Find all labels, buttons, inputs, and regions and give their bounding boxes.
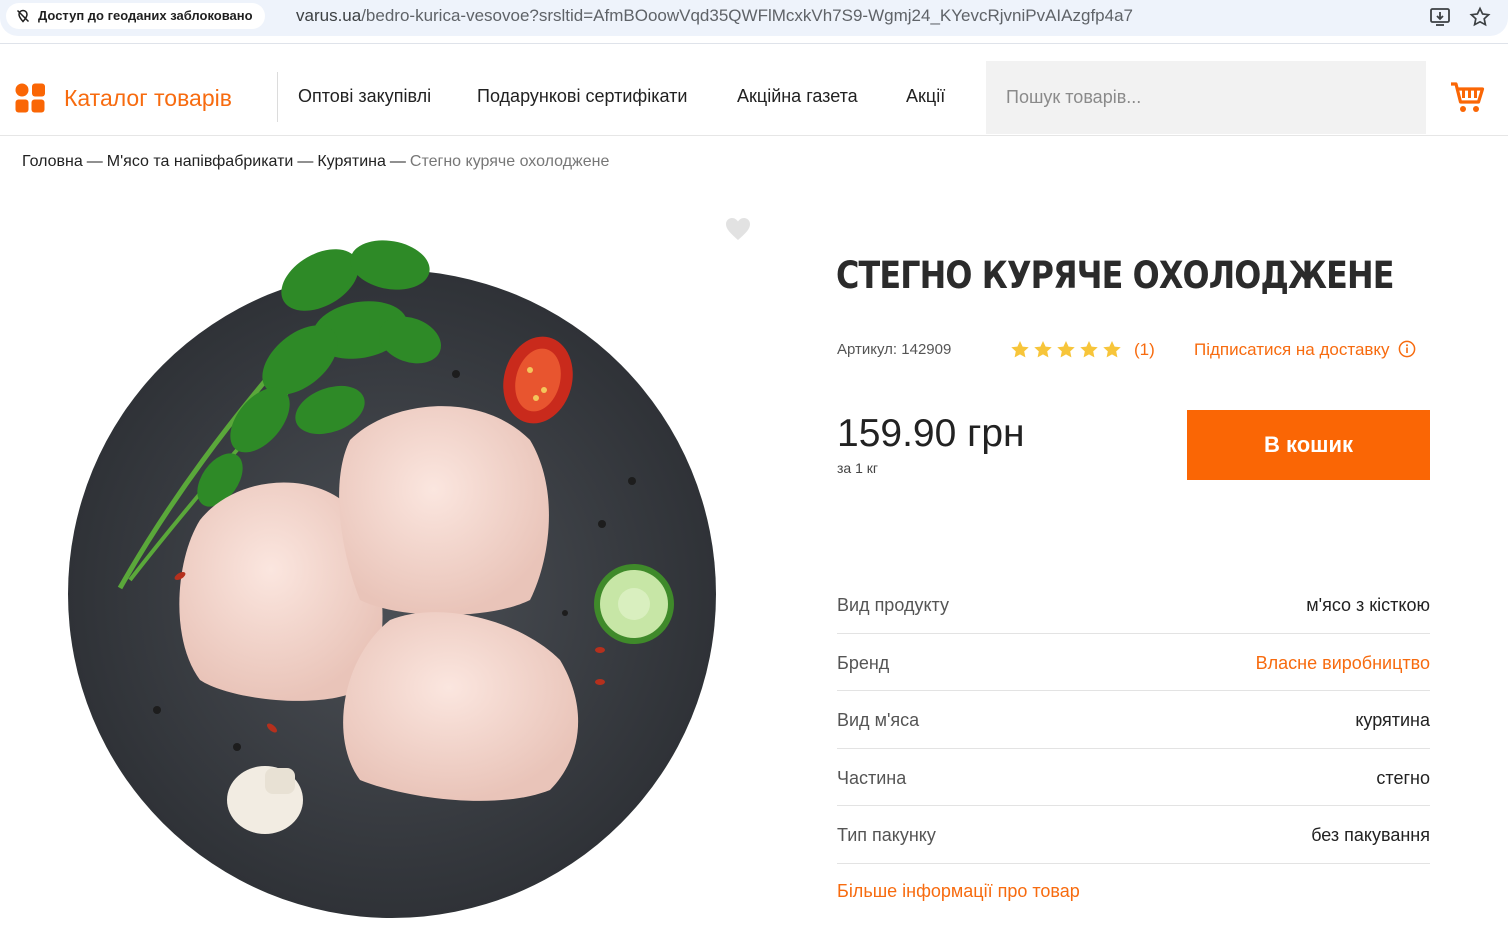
cart-icon[interactable]: [1448, 78, 1488, 118]
breadcrumb-separator: —: [86, 153, 103, 170]
spec-label: Бренд: [837, 652, 890, 673]
nav-promo-newspaper[interactable]: Акційна газета: [737, 86, 858, 107]
spec-row-product-type: Вид продукту м'ясо з кісткою: [837, 576, 1430, 634]
star-icon: [1011, 341, 1029, 358]
brand-link[interactable]: Власне виробництво: [1256, 653, 1430, 674]
spec-value: стегно: [1376, 767, 1430, 788]
spec-label: Частина: [837, 767, 907, 788]
header-divider: [277, 72, 278, 122]
star-icon: [1057, 341, 1075, 358]
spec-row-meat-type: Вид м'яса курятина: [837, 691, 1430, 749]
geo-chip-label: Доступ до геоданих заблоковано: [38, 8, 253, 23]
catalog-grid-icon: [15, 83, 45, 113]
spec-value: без пакування: [1311, 825, 1430, 845]
info-icon[interactable]: [1398, 340, 1416, 358]
product-sku: Артикул: 142909: [837, 341, 952, 358]
breadcrumb-current: Стегно куряче охолоджене: [409, 153, 610, 170]
product-title: СТЕГНО КУРЯЧЕ ОХОЛОДЖЕНЕ: [836, 254, 1394, 297]
nav-wholesale[interactable]: Оптові закупівлі: [298, 86, 431, 107]
product-image[interactable]: [60, 220, 730, 925]
star-icon: [1080, 341, 1098, 358]
spec-row-brand: Бренд Власне виробництво: [837, 634, 1430, 691]
spec-value: м'ясо з кісткою: [1306, 595, 1430, 615]
search-input[interactable]: [986, 61, 1426, 134]
subscribe-delivery-label: Підписатися на доставку: [1194, 340, 1390, 359]
nav-gift-certificates[interactable]: Подарункові сертифікати: [477, 86, 687, 107]
product-specs: Вид продукту м'ясо з кісткою Бренд Власн…: [837, 576, 1430, 864]
url-host: varus.ua: [296, 6, 362, 25]
breadcrumb-meat[interactable]: М'ясо та напівфабрикати: [107, 153, 294, 170]
spec-row-part: Частина стегно: [837, 749, 1430, 806]
breadcrumb-separator: —: [389, 153, 406, 170]
catalog-label: Каталог товарів: [64, 84, 232, 111]
reviews-count[interactable]: (1): [1134, 340, 1155, 360]
mushroom: [227, 766, 303, 834]
url-path: /bedro-kurica-vesovoe?srsltid=AfmBOoowVq…: [361, 6, 1133, 25]
geo-blocked-chip[interactable]: Доступ до геоданих заблоковано: [6, 3, 265, 29]
site-header: Каталог товарів Оптові закупівлі Подарун…: [0, 60, 1508, 136]
breadcrumb-home[interactable]: Головна: [22, 153, 83, 170]
more-info-link[interactable]: Більше інформації про товар: [837, 881, 1080, 902]
star-icon: [1103, 341, 1121, 358]
spec-label: Вид продукту: [837, 595, 949, 615]
add-to-cart-button[interactable]: В кошик: [1187, 410, 1430, 480]
catalog-button[interactable]: Каталог товарів: [14, 80, 232, 116]
heart-icon[interactable]: [724, 216, 752, 242]
spec-value: курятина: [1355, 710, 1430, 730]
subscribe-delivery-link[interactable]: Підписатися на доставку: [1194, 340, 1416, 360]
install-app-icon[interactable]: [1429, 6, 1451, 28]
nav-promotions[interactable]: Акції: [906, 86, 945, 107]
spec-row-package: Тип пакунку без пакування: [837, 806, 1430, 864]
bookmark-star-icon[interactable]: [1469, 6, 1491, 28]
browser-toolbar: Доступ до геоданих заблоковано varus.ua/…: [0, 0, 1508, 44]
address-bar[interactable]: Доступ до геоданих заблоковано varus.ua/…: [0, 0, 1508, 36]
product-price: 159.90 грн: [837, 412, 1025, 455]
url-text[interactable]: varus.ua/bedro-kurica-vesovoe?srsltid=Af…: [296, 6, 1133, 26]
breadcrumb-chicken[interactable]: Курятина: [317, 153, 386, 170]
spec-label: Тип пакунку: [837, 825, 936, 845]
cucumber: [594, 564, 674, 644]
location-off-icon: [16, 9, 30, 23]
star-icon: [1034, 341, 1052, 358]
rating-stars[interactable]: [1010, 340, 1122, 359]
search-box: [986, 61, 1426, 134]
breadcrumb: Головна — М'ясо та напівфабрикати — Курятина…: [22, 153, 609, 171]
breadcrumb-separator: —: [297, 153, 314, 170]
price-unit: за 1 кг: [837, 460, 879, 476]
spec-label: Вид м'яса: [837, 710, 920, 730]
